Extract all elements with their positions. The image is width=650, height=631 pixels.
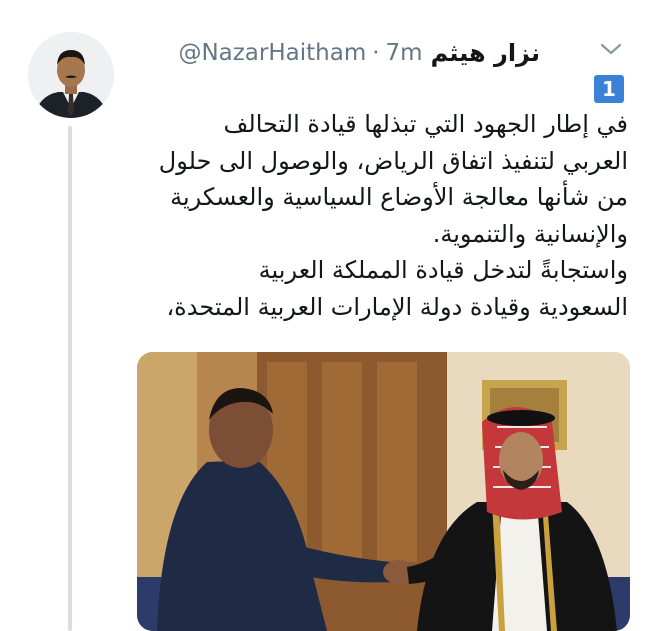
tweet[interactable]: نزار هيثم @NazarHaitham · 7m 1 في إطار ا… <box>0 0 650 631</box>
tweet-text-line: من شأنها معالجة الأوضاع السياسية والعسكر… <box>170 183 628 211</box>
handle[interactable]: @NazarHaitham <box>178 40 366 66</box>
timestamp[interactable]: 7m <box>386 40 423 66</box>
thread-number: 1 <box>602 77 616 101</box>
display-name[interactable]: نزار هيثم <box>431 39 540 67</box>
tweet-text-line: واستجابةً لتدخل قيادة المملكة العربية <box>258 256 628 284</box>
keycap-number-icon: 1 <box>594 75 624 103</box>
tweet-header: نزار هيثم @NazarHaitham · 7m <box>140 36 540 70</box>
chevron-down-icon[interactable] <box>598 38 624 60</box>
tweet-text-line: العربي لتنفيذ اتفاق الرياض، والوصول الى … <box>158 146 628 175</box>
tweet-text-line: في إطار الجهود التي تبذلها قيادة التحالف <box>223 110 628 138</box>
separator: · <box>372 40 380 66</box>
tweet-meta: @NazarHaitham · 7m <box>178 40 422 66</box>
tweet-text-line: والإنسانية والتنموية. <box>432 219 628 248</box>
thread-line <box>68 126 72 631</box>
tweet-photo[interactable] <box>137 352 630 631</box>
tweet-text: في إطار الجهود التي تبذلها قيادة التحالف… <box>130 106 628 325</box>
avatar[interactable] <box>28 32 114 118</box>
tweet-text-line: السعودية وقيادة دولة الإمارات العربية ال… <box>166 292 628 321</box>
